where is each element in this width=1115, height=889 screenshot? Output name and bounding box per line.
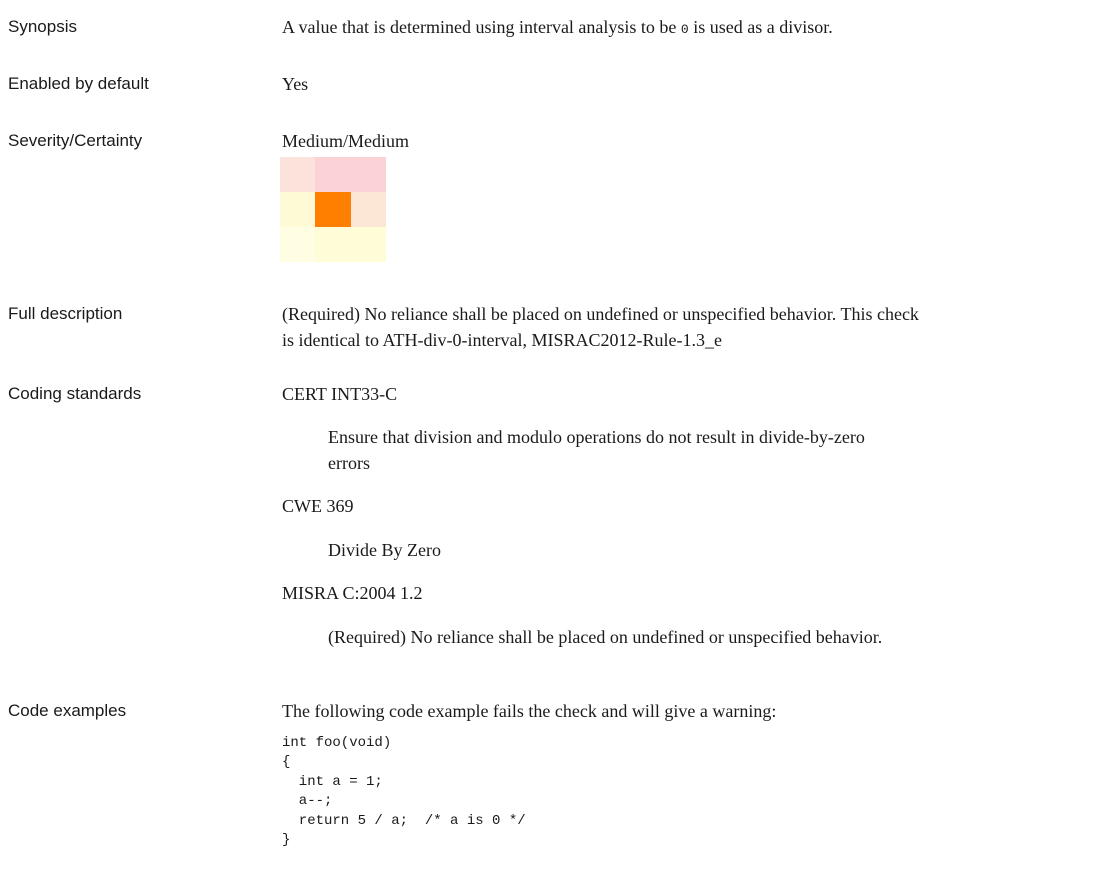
standard-name-cert: CERT INT33-C: [282, 384, 398, 404]
severity-value: Medium/Medium: [282, 131, 409, 151]
synopsis-text-after: is used as a divisor.: [688, 17, 833, 37]
matrix-cell: [280, 192, 316, 227]
matrix-cell: [280, 157, 316, 192]
severity-label: Severity/Certainty: [8, 131, 143, 150]
standard-desc-misra: (Required) No reliance shall be placed o…: [328, 627, 883, 647]
standard-desc-cert-line-2: errors: [328, 453, 370, 473]
full-description-line-2: is identical to ATH-div-0-interval, MISR…: [282, 330, 722, 350]
enabled-label: Enabled by default: [8, 74, 149, 93]
matrix-cell: [315, 227, 351, 262]
synopsis-text: A value that is determined using interva…: [282, 14, 833, 43]
standard-desc-cwe: Divide By Zero: [328, 540, 441, 560]
synopsis-text-before: A value that is determined using interva…: [282, 17, 681, 37]
code-examples-label: Code examples: [8, 701, 127, 720]
matrix-cell: [280, 227, 316, 262]
full-description-label: Full description: [8, 304, 123, 323]
matrix-cell: [350, 227, 386, 262]
matrix-cell: [350, 157, 386, 192]
code-example-block: int foo(void) { int a = 1; a--; return 5…: [282, 735, 526, 849]
standard-desc-cert-line-1: Ensure that division and modulo operatio…: [328, 427, 865, 447]
enabled-value: Yes: [282, 74, 309, 94]
synopsis-label: Synopsis: [8, 17, 77, 36]
matrix-cell: [350, 192, 386, 227]
coding-standards-label: Coding standards: [8, 384, 142, 403]
synopsis-code: 0: [680, 22, 689, 37]
code-examples-intro: The following code example fails the che…: [282, 701, 777, 721]
matrix-cell-selected: [315, 192, 351, 227]
standard-name-misra: MISRA C:2004 1.2: [282, 583, 423, 603]
standard-name-cwe: CWE 369: [282, 496, 354, 516]
matrix-cell: [315, 157, 351, 192]
full-description-line-1: (Required) No reliance shall be placed o…: [282, 304, 919, 324]
severity-certainty-matrix: [280, 157, 386, 262]
